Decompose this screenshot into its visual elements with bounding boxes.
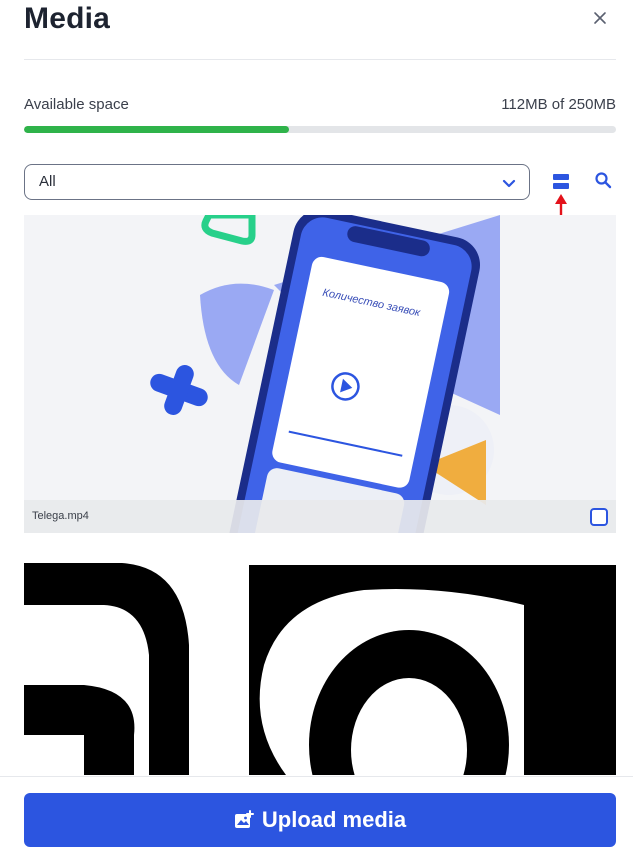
- media-item-checkbox[interactable]: [590, 508, 608, 526]
- image-thumbnail: [24, 545, 616, 775]
- search-icon: [595, 172, 612, 189]
- page-title: Media: [24, 2, 111, 35]
- media-item-name: Telega.mp4: [32, 510, 89, 522]
- storage-progress-fill: [24, 126, 290, 133]
- chevron-down-icon: [502, 179, 516, 188]
- storage-progress-bar: [24, 126, 616, 133]
- media-item-telega[interactable]: Количество заявок Telega.mp4: [24, 215, 616, 533]
- close-button[interactable]: [588, 6, 612, 30]
- list-view-icon: [553, 173, 569, 180]
- close-icon: [594, 12, 606, 24]
- media-footer: Upload media: [0, 776, 633, 857]
- filter-selected-value: All: [39, 173, 56, 190]
- search-button[interactable]: [594, 171, 614, 191]
- header-divider: [24, 59, 616, 60]
- storage-info: Available space 112MB of 250MB: [24, 96, 616, 116]
- media-filter-select[interactable]: All: [24, 164, 530, 200]
- list-view-toggle[interactable]: [553, 171, 573, 191]
- list-view-icon-bar: [553, 182, 569, 189]
- media-list[interactable]: Количество заявок Telega.mp4: [24, 215, 616, 775]
- storage-label: Available space: [24, 96, 129, 113]
- upload-media-button[interactable]: Upload media: [24, 793, 616, 847]
- storage-value: 112MB of 250MB: [501, 96, 616, 113]
- video-thumbnail: Количество заявок: [24, 215, 616, 533]
- media-item-footer: Telega.mp4: [24, 500, 616, 533]
- media-header: Media: [24, 0, 616, 60]
- upload-media-label: Upload media: [261, 807, 407, 832]
- media-item-image[interactable]: [24, 545, 616, 775]
- image-add-icon: [234, 810, 254, 828]
